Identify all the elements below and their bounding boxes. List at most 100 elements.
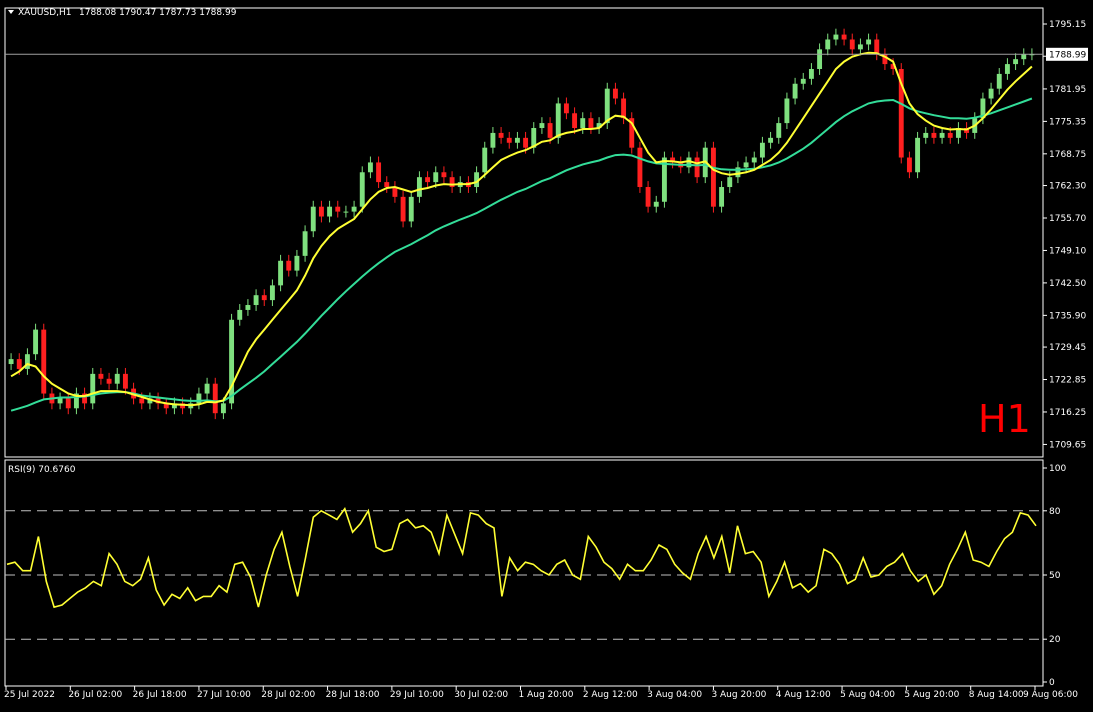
price-tick-label: 1768.75 <box>1049 150 1086 160</box>
time-tick-label: 28 Jul 02:00 <box>261 690 315 700</box>
time-axis: 25 Jul 2022 26 Jul 02:00 26 Jul 18:00 27 Ju… <box>4 686 1078 700</box>
candle <box>629 112 635 154</box>
rsi-tick-label: 50 <box>1049 571 1061 581</box>
candle-body <box>947 132 953 138</box>
candle <box>245 299 251 316</box>
chart-window[interactable]: 1795.151788.601781.951775.351768.751762.… <box>0 0 1093 708</box>
candle <box>841 28 847 46</box>
candle <box>57 392 63 410</box>
candle-body <box>367 162 373 173</box>
candle <box>122 367 128 395</box>
candle-body <box>792 83 798 99</box>
candle <box>817 43 823 75</box>
candle-body <box>33 329 39 355</box>
candle <box>343 205 349 218</box>
time-tick-label: 3 Aug 04:00 <box>647 690 702 700</box>
time-tick-label: 8 Aug 14:00 <box>969 690 1024 700</box>
price-pane-frame <box>4 7 1044 458</box>
candle <box>98 367 104 385</box>
candle <box>800 72 806 90</box>
candle-body <box>343 211 349 213</box>
candle-body <box>1021 54 1027 60</box>
candle <box>400 190 406 228</box>
candle <box>106 372 112 390</box>
candle <box>449 171 455 193</box>
candle-body <box>220 403 226 414</box>
candle <box>8 353 14 370</box>
candle-body <box>523 137 529 148</box>
candle <box>808 63 814 85</box>
candle <box>906 151 912 179</box>
dropdown-triangle-icon[interactable] <box>8 10 14 14</box>
candle <box>857 38 863 56</box>
candle <box>163 397 169 415</box>
price-tick-label: 1762.30 <box>1049 182 1086 192</box>
candle <box>784 92 790 129</box>
ma-fast-line <box>10 51 1033 407</box>
candle-body <box>212 383 218 414</box>
candle-body <box>825 39 831 50</box>
time-tick-label: 2 Aug 12:00 <box>583 690 638 700</box>
candle-body <box>310 206 316 232</box>
candle-body <box>359 172 365 207</box>
candle-body <box>41 329 47 394</box>
candle-body <box>931 132 937 138</box>
candle <box>621 92 627 125</box>
candle <box>261 289 267 307</box>
price-tick-label: 1716.25 <box>1049 408 1086 418</box>
candle-body <box>849 39 855 50</box>
candle <box>996 68 1002 95</box>
candle <box>33 323 39 361</box>
candle-body <box>645 187 651 207</box>
candle-body <box>98 373 104 379</box>
time-tick-label: 26 Jul 18:00 <box>133 690 187 700</box>
candle-body <box>278 260 284 286</box>
candle-body <box>514 137 520 143</box>
candle-body <box>408 196 414 222</box>
candle <box>514 131 520 149</box>
candle <box>416 171 422 203</box>
chart-header[interactable]: XAUUSD,H1 1788.08 1790.47 1787.73 1788.9… <box>8 8 237 18</box>
candle-body <box>743 162 749 168</box>
candle <box>351 200 357 218</box>
candle-body <box>269 285 275 301</box>
price-tick-label: 1795.15 <box>1049 20 1086 30</box>
candle-body <box>547 123 553 138</box>
candle <box>367 156 373 179</box>
candle <box>645 181 651 213</box>
candle-body <box>588 118 594 129</box>
candle <box>318 200 324 223</box>
candle-body <box>425 177 431 183</box>
time-tick-label: 30 Jul 02:00 <box>454 690 508 700</box>
candle-body <box>237 309 243 320</box>
candle <box>1021 48 1027 66</box>
candle-body <box>318 206 324 217</box>
candle <box>670 151 676 169</box>
candle <box>874 33 880 61</box>
rsi-level-lines <box>5 510 1043 640</box>
candle-body <box>441 172 447 178</box>
candle <box>825 33 831 56</box>
candle <box>253 289 259 311</box>
candle-body <box>841 34 847 40</box>
time-tick-label: 5 Aug 20:00 <box>904 690 959 700</box>
candle <box>294 249 300 277</box>
candle <box>653 195 659 213</box>
candle-body <box>498 132 504 138</box>
candle-body <box>261 295 267 301</box>
chart-canvas[interactable]: 1795.151788.601781.951775.351768.751762.… <box>0 0 1093 708</box>
candle <box>41 323 47 400</box>
candle-body <box>122 373 128 389</box>
candle-body <box>759 142 765 158</box>
candle <box>563 97 569 120</box>
candle <box>694 151 700 184</box>
candle-body <box>604 88 610 124</box>
candle-body <box>90 373 96 404</box>
candle <box>212 377 218 420</box>
candle <box>498 127 504 144</box>
candle <box>988 82 994 105</box>
candle <box>792 77 798 105</box>
candle <box>73 387 79 415</box>
candle-body <box>572 113 578 129</box>
candle <box>392 181 398 203</box>
